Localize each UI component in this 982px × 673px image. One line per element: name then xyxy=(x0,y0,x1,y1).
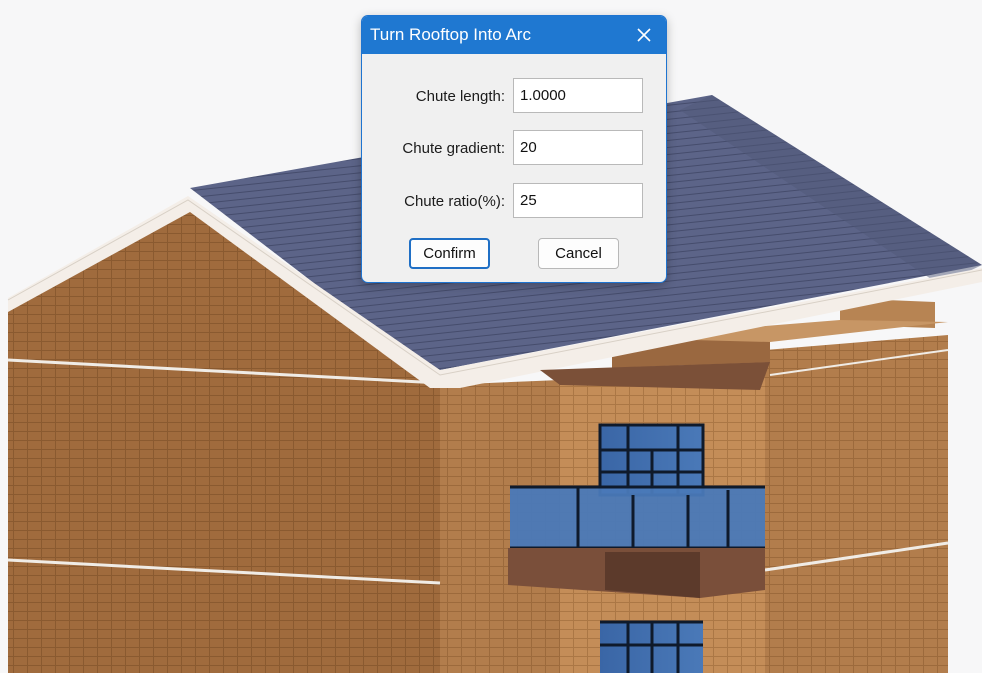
chute-gradient-label: Chute gradient: xyxy=(402,140,505,157)
dialog-title: Turn Rooftop Into Arc xyxy=(370,25,531,44)
chute-ratio-row: Chute ratio(%): xyxy=(362,183,666,219)
chute-gradient-input[interactable] xyxy=(513,130,643,165)
chute-length-row: Chute length: xyxy=(362,78,666,114)
cancel-button[interactable]: Cancel xyxy=(538,238,619,269)
chute-ratio-input[interactable] xyxy=(513,183,643,218)
confirm-button[interactable]: Confirm xyxy=(409,238,490,269)
turn-rooftop-into-arc-dialog: Turn Rooftop Into Arc Chute length: Chut… xyxy=(361,15,667,283)
chute-ratio-label: Chute ratio(%): xyxy=(404,193,505,210)
close-icon[interactable] xyxy=(628,21,660,49)
chute-length-label: Chute length: xyxy=(415,88,505,105)
dialog-titlebar[interactable]: Turn Rooftop Into Arc xyxy=(362,16,666,54)
chute-gradient-row: Chute gradient: xyxy=(362,130,666,166)
chute-length-input[interactable] xyxy=(513,78,643,113)
